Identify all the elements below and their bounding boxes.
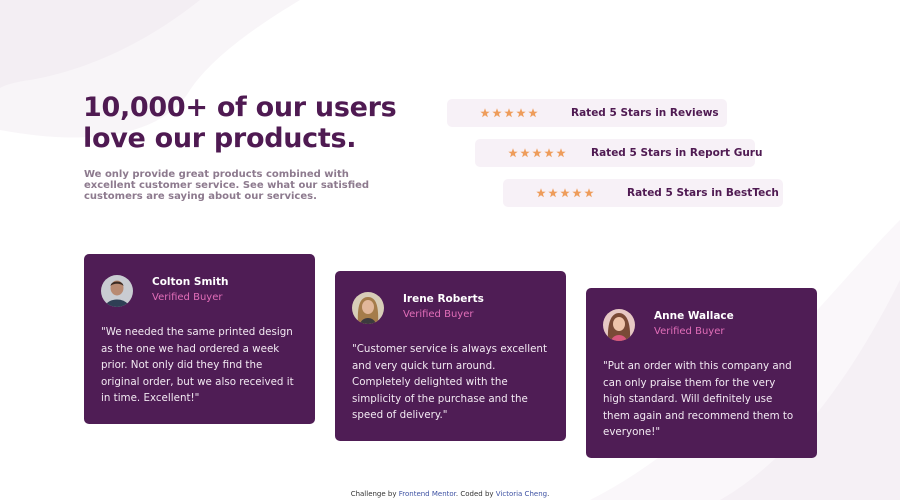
star-icon: [532, 148, 542, 158]
verified-badge: Verified Buyer: [403, 309, 474, 320]
rating-badge-besttech: Rated 5 Stars in BestTech: [503, 179, 783, 207]
star-icon: [556, 148, 566, 158]
testimonial-quote: "We needed the same printed design as th…: [101, 326, 294, 404]
star-rating: [480, 108, 538, 118]
testimonial-card-colton: Colton Smith Verified Buyer "We needed t…: [84, 254, 315, 424]
star-icon: [520, 148, 530, 158]
star-icon: [584, 188, 594, 198]
testimonial-card-anne: Anne Wallace Verified Buyer "Put an orde…: [586, 288, 817, 458]
star-icon: [544, 148, 554, 158]
rating-badge-report-guru: Rated 5 Stars in Report Guru: [475, 139, 762, 167]
intro-text: We only provide great products combined …: [84, 169, 370, 202]
avatar: [101, 275, 133, 307]
testimonial-header: Colton Smith Verified Buyer: [101, 274, 298, 308]
testimonial-header: Anne Wallace Verified Buyer: [603, 308, 800, 342]
testimonial-card-irene: Irene Roberts Verified Buyer "Customer s…: [335, 271, 566, 441]
attribution: Challenge by Frontend Mentor. Coded by V…: [0, 490, 900, 499]
testimonial-quote: "Customer service is always excellent an…: [352, 343, 547, 421]
testimonial-quote: "Put an order with this company and can …: [603, 360, 794, 438]
reviewer-name: Anne Wallace: [654, 310, 734, 322]
star-icon: [516, 108, 526, 118]
reviewer-name: Colton Smith: [152, 276, 229, 288]
star-icon: [548, 188, 558, 198]
star-icon: [504, 108, 514, 118]
star-icon: [560, 188, 570, 198]
star-icon: [480, 108, 490, 118]
verified-badge: Verified Buyer: [152, 292, 223, 303]
rating-label: Rated 5 Stars in Reviews: [571, 107, 719, 119]
star-icon: [572, 188, 582, 198]
reviewer-info: Colton Smith Verified Buyer: [152, 276, 229, 305]
attribution-suffix: .: [547, 490, 550, 498]
reviewer-name: Irene Roberts: [403, 293, 484, 305]
page-title: 10,000+ of our users love our products.: [83, 92, 397, 154]
avatar: [352, 292, 384, 324]
author-link[interactable]: Victoria Cheng: [496, 490, 547, 498]
star-icon: [536, 188, 546, 198]
star-icon: [528, 108, 538, 118]
star-rating: [508, 148, 566, 158]
attribution-middle: . Coded by: [455, 490, 494, 498]
frontend-mentor-link[interactable]: Frontend Mentor: [399, 490, 456, 498]
avatar: [603, 309, 635, 341]
reviewer-info: Irene Roberts Verified Buyer: [403, 293, 484, 322]
rating-label: Rated 5 Stars in Report Guru: [591, 147, 763, 159]
reviewer-info: Anne Wallace Verified Buyer: [654, 310, 734, 339]
verified-badge: Verified Buyer: [654, 326, 725, 337]
star-icon: [508, 148, 518, 158]
rating-label: Rated 5 Stars in BestTech: [627, 187, 779, 199]
attribution-prefix: Challenge by: [350, 490, 397, 498]
testimonial-header: Irene Roberts Verified Buyer: [352, 291, 549, 325]
rating-badge-reviews: Rated 5 Stars in Reviews: [447, 99, 727, 127]
star-icon: [492, 108, 502, 118]
star-rating: [536, 188, 594, 198]
